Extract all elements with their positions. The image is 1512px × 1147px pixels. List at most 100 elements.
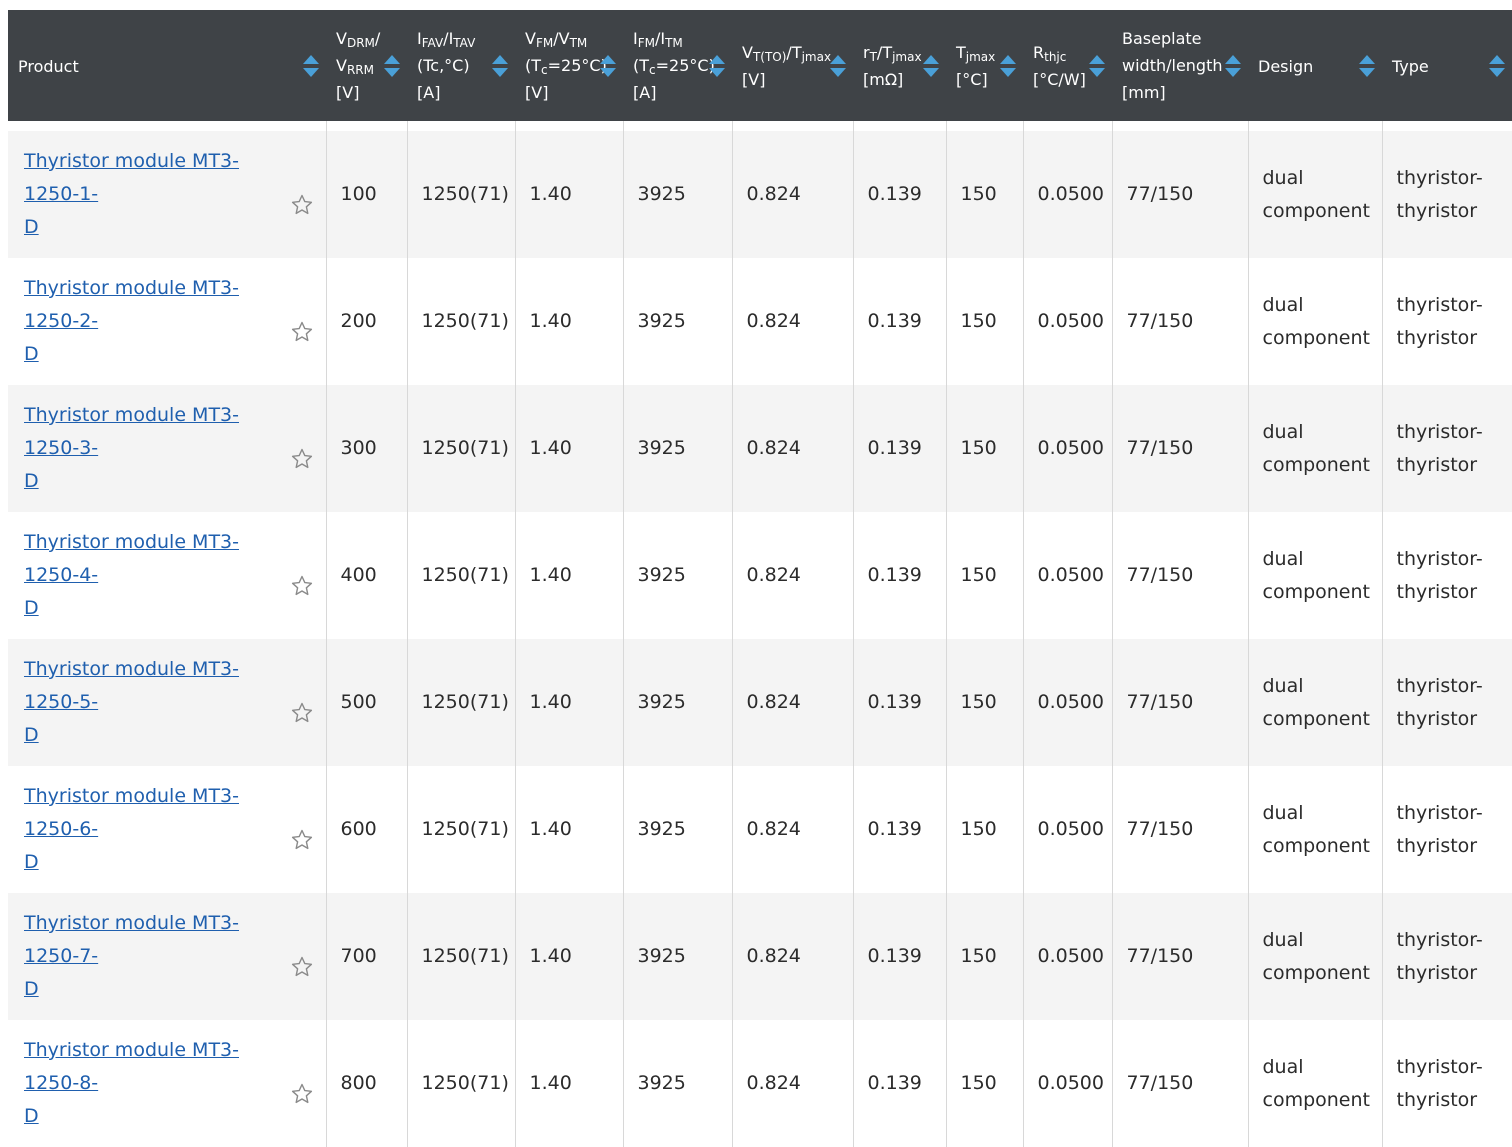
sort-arrows-icon[interactable] <box>599 53 617 79</box>
tjmax-cell: 150 <box>946 131 1024 258</box>
product-link[interactable]: Thyristor module MT3-1250-3- D <box>24 404 239 492</box>
design-cell: dual component <box>1248 385 1383 512</box>
ifav-cell: 1250(71) <box>407 639 516 766</box>
sort-arrows-icon[interactable] <box>1088 53 1106 79</box>
ifm-cell: 3925 <box>623 385 733 512</box>
header-vto-tjmax[interactable]: VT(TO)/Tjmax [V] <box>732 10 853 121</box>
table-row: Thyristor module MT3-1250-4- D 400 1250(7… <box>8 512 1512 639</box>
vfm-cell: 1.40 <box>515 639 624 766</box>
product-cell: Thyristor module MT3-1250-2- D <box>8 258 327 385</box>
header-rthjc[interactable]: Rthjc [°C/W] <box>1023 10 1112 121</box>
vfm-cell: 1.40 <box>515 766 624 893</box>
type-cell: thyristor-thyristor <box>1382 258 1512 385</box>
product-cell: Thyristor module MT3-1250-3- D <box>8 385 327 512</box>
ifm-cell: 3925 <box>623 1020 733 1147</box>
baseplate-cell: 77/150 <box>1112 1020 1249 1147</box>
product-link[interactable]: Thyristor module MT3-1250-4- D <box>24 531 239 619</box>
product-link[interactable]: Thyristor module MT3-1250-1- D <box>24 150 239 238</box>
sort-arrows-icon[interactable] <box>1488 53 1506 79</box>
sort-arrows-icon[interactable] <box>1358 53 1376 79</box>
sort-arrows-icon[interactable] <box>302 53 320 79</box>
star-outline-icon[interactable] <box>290 1082 314 1106</box>
vdrm-cell: 300 <box>326 385 408 512</box>
baseplate-cell: 77/150 <box>1112 512 1249 639</box>
table-row: Thyristor module MT3-1250-5- D 500 1250(7… <box>8 639 1512 766</box>
table-row: Thyristor module MT3-1250-8- D 800 1250(7… <box>8 1020 1512 1147</box>
design-cell: dual component <box>1248 766 1383 893</box>
sort-arrows-icon[interactable] <box>708 53 726 79</box>
ifav-cell: 1250(71) <box>407 512 516 639</box>
star-outline-icon[interactable] <box>290 574 314 598</box>
rt-cell: 0.139 <box>853 766 947 893</box>
sort-arrows-icon[interactable] <box>383 53 401 79</box>
vdrm-cell: 700 <box>326 893 408 1020</box>
vdrm-cell: 800 <box>326 1020 408 1147</box>
ifav-cell: 1250(71) <box>407 258 516 385</box>
design-cell: dual component <box>1248 512 1383 639</box>
tjmax-cell: 150 <box>946 512 1024 639</box>
rt-cell: 0.139 <box>853 893 947 1020</box>
product-cell: Thyristor module MT3-1250-8- D <box>8 1020 327 1147</box>
sort-arrows-icon[interactable] <box>922 53 940 79</box>
header-vdrm-vrrm[interactable]: VDRM/ VRRM [V] <box>326 10 407 121</box>
header-ifm-itm[interactable]: IFM/ITM (Tc=25°C) [A] <box>623 10 732 121</box>
vfm-cell: 1.40 <box>515 385 624 512</box>
product-link[interactable]: Thyristor module MT3-1250-5- D <box>24 658 239 746</box>
header-tjmax[interactable]: Tjmax [°C] <box>946 10 1023 121</box>
vdrm-cell: 400 <box>326 512 408 639</box>
table-row: Thyristor module MT3-1250-3- D 300 1250(7… <box>8 385 1512 512</box>
ifm-cell: 3925 <box>623 131 733 258</box>
vto-cell: 0.824 <box>732 893 854 1020</box>
product-link[interactable]: Thyristor module MT3-1250-6- D <box>24 785 239 873</box>
baseplate-cell: 77/150 <box>1112 385 1249 512</box>
ifav-cell: 1250(71) <box>407 385 516 512</box>
sort-arrows-icon[interactable] <box>491 53 509 79</box>
vto-cell: 0.824 <box>732 258 854 385</box>
design-cell: dual component <box>1248 639 1383 766</box>
tjmax-cell: 150 <box>946 893 1024 1020</box>
sort-arrows-icon[interactable] <box>999 53 1017 79</box>
product-link[interactable]: Thyristor module MT3-1250-8- D <box>24 1039 239 1127</box>
header-design[interactable]: Design <box>1248 10 1382 121</box>
vto-cell: 0.824 <box>732 766 854 893</box>
product-cell: Thyristor module MT3-1250-7- D <box>8 893 327 1020</box>
star-outline-icon[interactable] <box>290 320 314 344</box>
ifm-cell: 3925 <box>623 893 733 1020</box>
rt-cell: 0.139 <box>853 131 947 258</box>
star-outline-icon[interactable] <box>290 447 314 471</box>
rthjc-cell: 0.0500 <box>1023 131 1113 258</box>
vto-cell: 0.824 <box>732 385 854 512</box>
star-outline-icon[interactable] <box>290 193 314 217</box>
vfm-cell: 1.40 <box>515 893 624 1020</box>
rt-cell: 0.139 <box>853 639 947 766</box>
star-outline-icon[interactable] <box>290 955 314 979</box>
ifav-cell: 1250(71) <box>407 766 516 893</box>
sort-arrows-icon[interactable] <box>829 53 847 79</box>
baseplate-cell: 77/150 <box>1112 131 1249 258</box>
product-table: Product VDRM/ VRRM [V] IFAV/ITAV (Tc,°C)… <box>8 10 1512 1147</box>
table-header-row: Product VDRM/ VRRM [V] IFAV/ITAV (Tc,°C)… <box>8 10 1512 121</box>
product-link[interactable]: Thyristor module MT3-1250-2- D <box>24 277 239 365</box>
header-ifav-itav[interactable]: IFAV/ITAV (Tc,°C) [A] <box>407 10 515 121</box>
design-cell: dual component <box>1248 893 1383 1020</box>
type-cell: thyristor-thyristor <box>1382 639 1512 766</box>
header-product-label: Product <box>18 56 79 76</box>
product-link[interactable]: Thyristor module MT3-1250-7- D <box>24 912 239 1000</box>
header-rt-tjmax[interactable]: rT/Tjmax [mΩ] <box>853 10 946 121</box>
header-product[interactable]: Product <box>8 10 326 121</box>
vfm-cell: 1.40 <box>515 131 624 258</box>
sort-arrows-icon[interactable] <box>1224 53 1242 79</box>
rt-cell: 0.139 <box>853 512 947 639</box>
header-type[interactable]: Type <box>1382 10 1512 121</box>
rthjc-cell: 0.0500 <box>1023 766 1113 893</box>
star-outline-icon[interactable] <box>290 701 314 725</box>
header-baseplate[interactable]: Baseplate width/length [mm] <box>1112 10 1248 121</box>
type-cell: thyristor-thyristor <box>1382 766 1512 893</box>
vdrm-cell: 600 <box>326 766 408 893</box>
tjmax-cell: 150 <box>946 639 1024 766</box>
star-outline-icon[interactable] <box>290 828 314 852</box>
type-cell: thyristor-thyristor <box>1382 1020 1512 1147</box>
type-cell: thyristor-thyristor <box>1382 893 1512 1020</box>
header-vfm-vtm[interactable]: VFM/VTM (Tc=25°C) [V] <box>515 10 623 121</box>
baseplate-cell: 77/150 <box>1112 258 1249 385</box>
